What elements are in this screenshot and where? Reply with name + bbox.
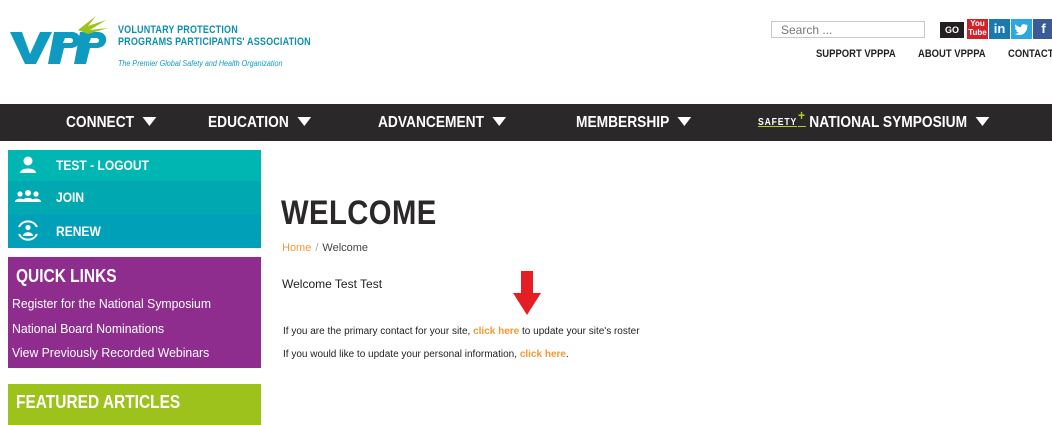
main-nav: CONNECT EDUCATION ADVANCEMENT MEMBERSHIP… (0, 104, 1052, 141)
breadcrumb: Home / Welcome (282, 242, 368, 254)
nav-symposium-label: NATIONAL SYMPOSIUM (809, 114, 968, 131)
search-go-button[interactable]: GO (940, 22, 964, 38)
safety-plus: + (797, 107, 806, 123)
breadcrumb-separator: / (315, 242, 319, 254)
personal-info-post: . (565, 349, 569, 360)
featured-articles-panel: FEATURED ARTICLES (8, 384, 261, 425)
personal-info-instruction: If you would like to update your persona… (283, 349, 569, 360)
user-icon (20, 156, 36, 173)
sidebar-logout-label: TEST - LOGOUT (56, 157, 149, 173)
renew-icon (18, 220, 38, 241)
sidebar-renew[interactable]: RENEW (8, 214, 261, 248)
quick-links-title: QUICK LINKS (16, 266, 117, 286)
org-name: VOLUNTARY PROTECTION PROGRAMS PARTICIPAN… (118, 24, 311, 48)
caret-down-icon (297, 117, 312, 127)
breadcrumb-home-link[interactable]: Home (282, 242, 311, 254)
org-name-line1: VOLUNTARY PROTECTION (118, 24, 238, 36)
nav-membership-label: MEMBERSHIP (576, 114, 670, 131)
support-vpppa-link[interactable]: SUPPORT VPPPA (816, 48, 896, 60)
users-group-icon (15, 190, 41, 202)
roster-instruction-pre: If you are the primary contact for your … (283, 326, 474, 337)
roster-instruction: If you are the primary contact for your … (283, 326, 640, 337)
org-name-line2: PROGRAMS PARTICIPANTS' ASSOCIATION (118, 35, 311, 48)
search-input[interactable] (771, 21, 925, 38)
quick-link-register-symposium[interactable]: Register for the National Symposium (12, 296, 211, 311)
quick-link-board-nominations[interactable]: National Board Nominations (12, 321, 164, 336)
caret-down-icon (492, 117, 507, 127)
contact-link[interactable]: CONTACT (1008, 48, 1052, 60)
safety-logo: SAFETY+ (758, 107, 806, 128)
sidebar-renew-label: RENEW (56, 223, 101, 239)
roster-instruction-post: to update your site's roster (519, 326, 640, 337)
caret-down-icon (142, 117, 157, 127)
quick-link-recorded-webinars[interactable]: View Previously Recorded Webinars (12, 345, 209, 360)
sidebar-logout[interactable]: TEST - LOGOUT (8, 150, 261, 181)
caret-down-icon (975, 117, 990, 127)
nav-advancement[interactable]: ADVANCEMENT (378, 104, 507, 141)
quick-links-panel: QUICK LINKS Register for the National Sy… (8, 257, 261, 368)
welcome-message: Welcome Test Test (282, 277, 383, 291)
twitter-icon[interactable] (1011, 19, 1032, 39)
nav-education-label: EDUCATION (208, 114, 289, 131)
update-roster-link[interactable]: click here (473, 326, 519, 337)
twitter-bird-icon (1014, 24, 1028, 36)
nav-connect[interactable]: CONNECT (66, 104, 157, 141)
tagline: The Premier Global Safety and Health Org… (118, 59, 283, 68)
breadcrumb-current: Welcome (322, 242, 369, 254)
nav-membership[interactable]: MEMBERSHIP (576, 104, 692, 141)
nav-education[interactable]: EDUCATION (208, 104, 312, 141)
sidebar-join[interactable]: JOIN (8, 181, 261, 214)
caret-down-icon (677, 117, 692, 127)
featured-articles-title: FEATURED ARTICLES (16, 392, 181, 412)
nav-national-symposium[interactable]: SAFETY+ NATIONAL SYMPOSIUM (758, 104, 990, 141)
personal-info-pre: If you would like to update your persona… (283, 349, 520, 360)
nav-advancement-label: ADVANCEMENT (378, 114, 485, 131)
vpp-logo[interactable] (8, 14, 112, 66)
red-arrow-down-icon (513, 271, 541, 315)
facebook-icon[interactable]: f (1033, 19, 1052, 39)
safety-logo-text: SAFETY (758, 117, 798, 128)
nav-connect-label: CONNECT (66, 114, 135, 131)
sidebar-join-label: JOIN (56, 189, 85, 205)
page-title: WELCOME (281, 194, 437, 232)
linkedin-icon[interactable]: in (989, 19, 1010, 39)
youtube-icon[interactable]: You Tube (967, 19, 988, 39)
update-personal-info-link[interactable]: click here (520, 349, 566, 360)
about-vpppa-link[interactable]: ABOUT VPPPA (918, 48, 986, 60)
